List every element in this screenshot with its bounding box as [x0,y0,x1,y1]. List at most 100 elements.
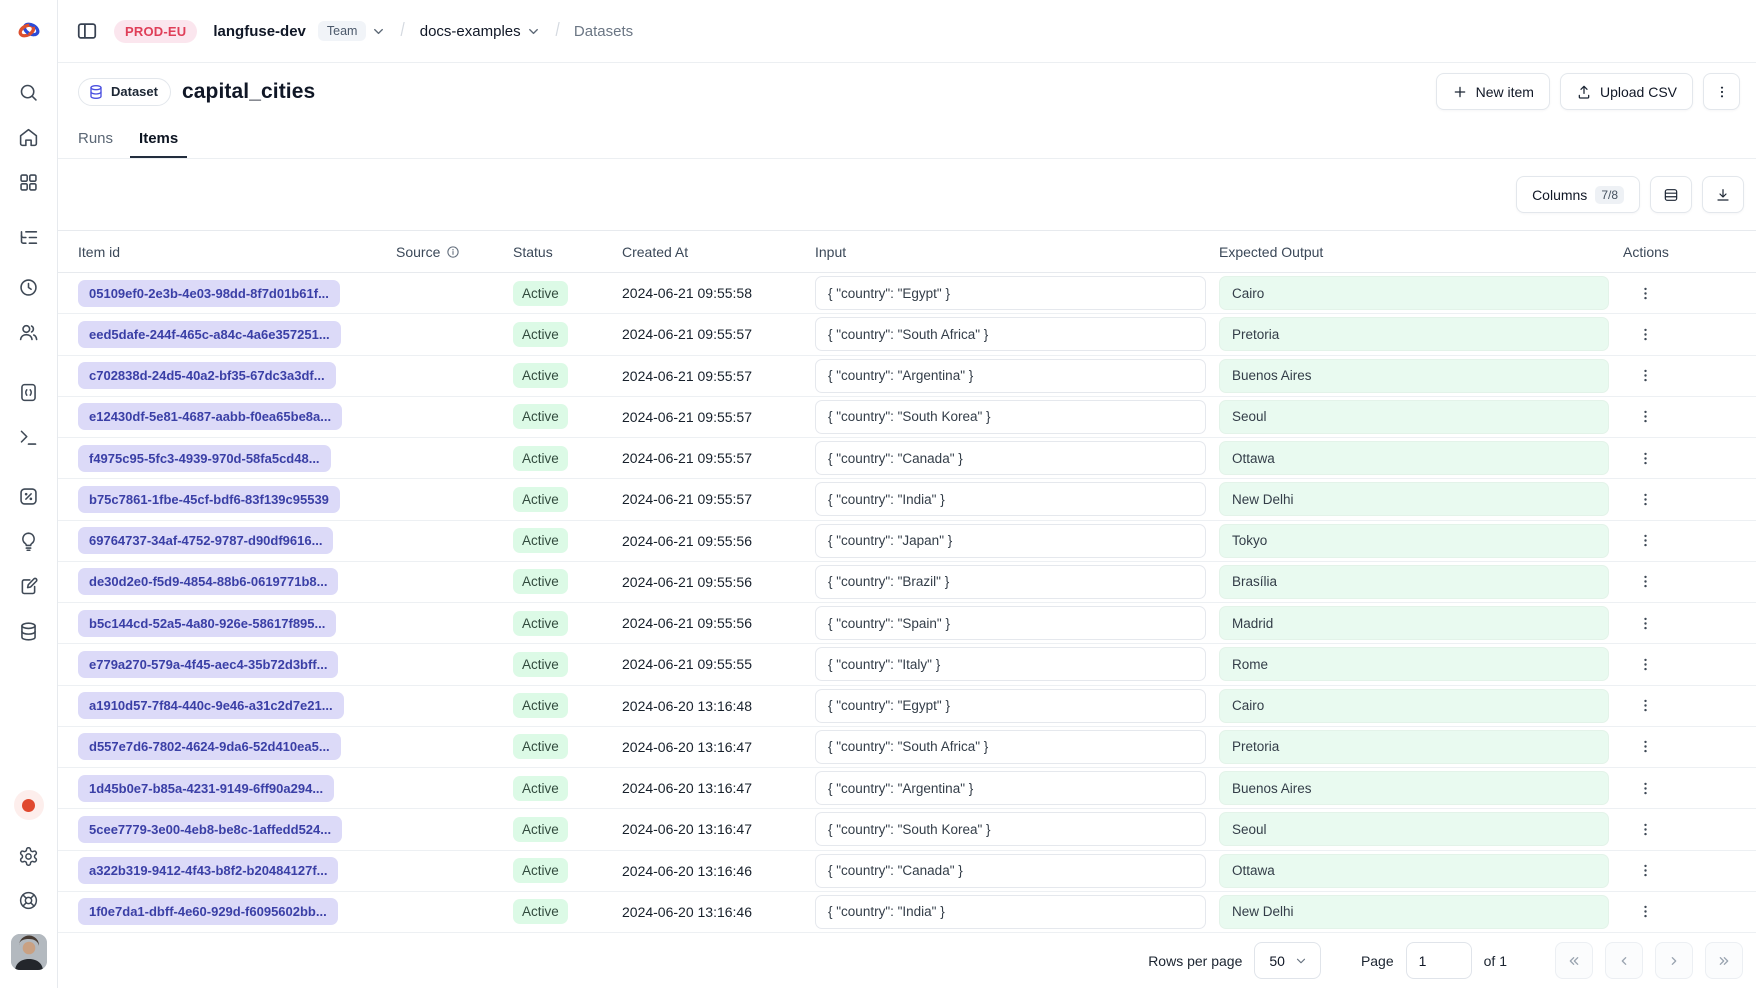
tab-items[interactable]: Items [130,120,187,158]
input-cell-box[interactable]: { "country": "Canada" } [815,441,1206,475]
rows-icon [1663,187,1679,203]
row-actions-button[interactable] [1631,774,1659,802]
expected-output-box[interactable]: Cairo [1219,689,1609,723]
org-switcher[interactable]: Team [318,21,387,41]
row-actions-button[interactable] [1631,609,1659,637]
user-avatar[interactable] [11,934,47,970]
sessions-clock-icon[interactable] [11,269,47,305]
prompts-file-icon[interactable] [11,374,47,410]
row-actions-button[interactable] [1631,692,1659,720]
input-cell-box[interactable]: { "country": "India" } [815,895,1206,929]
sidebar-toggle-icon[interactable] [72,16,102,46]
evaluation-percent-icon[interactable] [11,478,47,514]
row-actions-button[interactable] [1631,279,1659,307]
expected-output-box[interactable]: Cairo [1219,276,1609,310]
input-cell-box[interactable]: { "country": "India" } [815,482,1206,516]
expected-output-box[interactable]: New Delhi [1219,482,1609,516]
item-id-badge[interactable]: 1f0e7da1-dbff-4e60-929d-f6095602bb... [78,898,338,925]
row-actions-button[interactable] [1631,320,1659,348]
item-id-badge[interactable]: 69764737-34af-4752-9787-d90df9616... [78,527,333,554]
row-actions-button[interactable] [1631,527,1659,555]
previous-page-button[interactable] [1605,942,1643,979]
item-id-badge[interactable]: eed5dafe-244f-465c-a84c-4a6e357251... [78,321,341,348]
expected-output-box[interactable]: Brasília [1219,565,1609,599]
expected-output-box[interactable]: Buenos Aires [1219,359,1609,393]
input-cell-box[interactable]: { "country": "South Africa" } [815,317,1206,351]
settings-gear-icon[interactable] [11,838,47,874]
input-cell-box[interactable]: { "country": "South Africa" } [815,730,1206,764]
rows-per-page-select[interactable]: 50 [1254,942,1321,979]
row-actions-button[interactable] [1631,857,1659,885]
input-cell-box[interactable]: { "country": "South Korea" } [815,400,1206,434]
kebab-menu-icon [1637,285,1654,302]
expected-output-box[interactable]: Seoul [1219,812,1609,846]
input-cell-box[interactable]: { "country": "Argentina" } [815,771,1206,805]
recording-indicator-icon[interactable] [14,790,44,820]
input-cell-box[interactable]: { "country": "Brazil" } [815,565,1206,599]
support-lifebuoy-icon[interactable] [11,882,47,918]
insights-lightbulb-icon[interactable] [11,523,47,559]
input-cell-box[interactable]: { "country": "Japan" } [815,524,1206,558]
expected-output-box[interactable]: Pretoria [1219,730,1609,764]
expected-output-box[interactable]: Ottawa [1219,441,1609,475]
item-id-badge[interactable]: 1d45b0e7-b85a-4231-9149-6ff90a294... [78,775,334,802]
row-actions-button[interactable] [1631,568,1659,596]
columns-button[interactable]: Columns 7/8 [1516,176,1640,213]
item-id-badge[interactable]: e779a270-579a-4f45-aec4-35b72d3bff... [78,651,338,678]
datasets-database-icon[interactable] [11,613,47,649]
row-actions-button[interactable] [1631,815,1659,843]
item-id-badge[interactable]: a322b319-9412-4f43-b8f2-b20484127f... [78,857,338,884]
tracing-tree-icon[interactable] [11,219,47,255]
expected-output-box[interactable]: Madrid [1219,606,1609,640]
page-number-input[interactable] [1406,942,1472,979]
item-id-badge[interactable]: f4975c95-5fc3-4939-970d-58fa5cd48... [78,445,331,472]
row-actions-button[interactable] [1631,362,1659,390]
row-height-button[interactable] [1650,176,1692,213]
search-icon[interactable] [11,74,47,110]
item-id-badge[interactable]: 05109ef0-2e3b-4e03-98dd-8f7d01b61f... [78,280,340,307]
row-actions-button[interactable] [1631,403,1659,431]
item-id-badge[interactable]: c702838d-24d5-40a2-bf35-67dc3a3df... [78,362,336,389]
upload-csv-button[interactable]: Upload CSV [1560,73,1693,110]
input-cell-box[interactable]: { "country": "Egypt" } [815,689,1206,723]
playground-terminal-icon[interactable] [11,419,47,455]
row-actions-button[interactable] [1631,444,1659,472]
tab-runs[interactable]: Runs [69,120,122,158]
home-icon[interactable] [11,119,47,155]
expected-output-box[interactable]: Buenos Aires [1219,771,1609,805]
expected-output-box[interactable]: Tokyo [1219,524,1609,558]
annotation-clipboard-pen-icon[interactable] [11,568,47,604]
info-icon[interactable] [446,245,460,259]
expected-output-box[interactable]: Rome [1219,647,1609,681]
row-actions-button[interactable] [1631,733,1659,761]
item-id-badge[interactable]: 5cee7779-3e00-4eb8-be8c-1affedd524... [78,816,342,843]
next-page-button[interactable] [1655,942,1693,979]
input-cell-box[interactable]: { "country": "Argentina" } [815,359,1206,393]
input-cell-box[interactable]: { "country": "Spain" } [815,606,1206,640]
project-switcher[interactable]: docs-examples [420,23,541,40]
item-id-badge[interactable]: b5c144cd-52a5-4a80-926e-58617f895... [78,610,336,637]
more-options-button[interactable] [1703,73,1740,110]
row-actions-button[interactable] [1631,485,1659,513]
item-id-badge[interactable]: b75c7861-1fbe-45cf-bdf6-83f139c95539 [78,486,340,513]
item-id-badge[interactable]: d557e7d6-7802-4624-9da6-52d410ea5... [78,733,341,760]
export-button[interactable] [1702,176,1744,213]
last-page-button[interactable] [1705,942,1743,979]
item-id-badge[interactable]: e12430df-5e81-4687-aabb-f0ea65be8a... [78,403,342,430]
row-actions-button[interactable] [1631,650,1659,678]
first-page-button[interactable] [1555,942,1593,979]
expected-output-box[interactable]: New Delhi [1219,895,1609,929]
users-icon[interactable] [11,314,47,350]
item-id-badge[interactable]: a1910d57-7f84-440c-9e46-a31c2d7e21... [78,692,344,719]
row-actions-button[interactable] [1631,898,1659,926]
dashboard-icon[interactable] [11,164,47,200]
new-item-button[interactable]: New item [1436,73,1550,110]
item-id-badge[interactable]: de30d2e0-f5d9-4854-88b6-0619771b8... [78,568,338,595]
expected-output-box[interactable]: Pretoria [1219,317,1609,351]
expected-output-box[interactable]: Ottawa [1219,854,1609,888]
expected-output-box[interactable]: Seoul [1219,400,1609,434]
input-cell-box[interactable]: { "country": "Canada" } [815,854,1206,888]
input-cell-box[interactable]: { "country": "Egypt" } [815,276,1206,310]
input-cell-box[interactable]: { "country": "Italy" } [815,647,1206,681]
input-cell-box[interactable]: { "country": "South Korea" } [815,812,1206,846]
